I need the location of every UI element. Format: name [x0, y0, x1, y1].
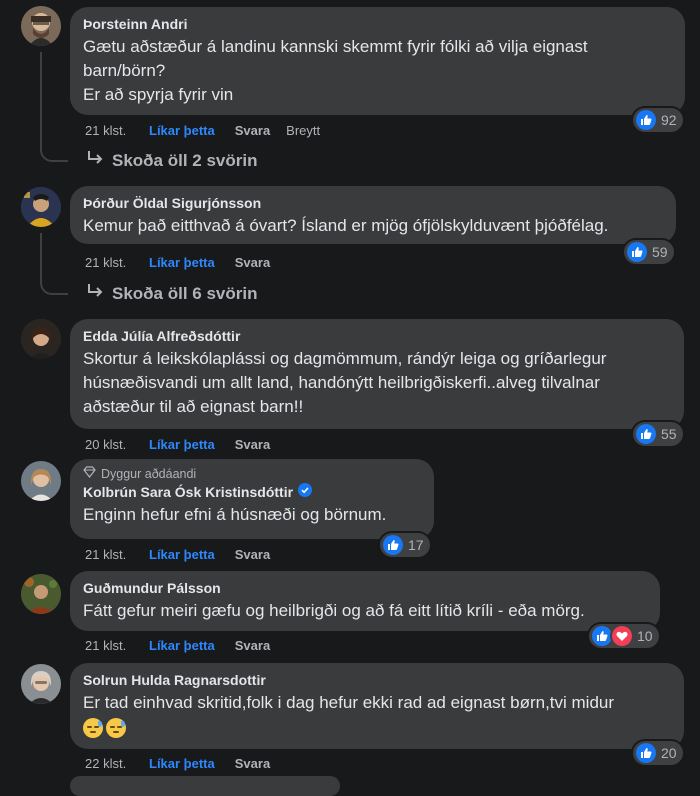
comment-actions: 20 klst. Líkar þetta Svara	[85, 437, 286, 453]
avatar[interactable]	[21, 664, 61, 704]
fan-badge-label: Dyggur aðdáandi	[101, 467, 197, 481]
like-thumb-icon	[383, 535, 403, 555]
comment-text: Enginn hefur efni á húsnæði og börnum.	[83, 505, 387, 524]
like-button[interactable]: Líkar þetta	[149, 638, 215, 654]
comment-author[interactable]: Þorsteinn Andri	[83, 15, 672, 33]
like-thumb-icon	[636, 743, 656, 763]
reply-button[interactable]: Svara	[235, 123, 270, 139]
comment-text: Gætu aðstæður á landinu kannski skemmt f…	[83, 37, 588, 104]
avatar[interactable]	[21, 187, 61, 227]
reaction-count: 10	[637, 628, 653, 644]
comment-bubble: Þorsteinn Andri Gætu aðstæður á landinu …	[70, 7, 685, 115]
comment-timestamp[interactable]: 21 klst.	[85, 255, 149, 271]
heart-icon	[612, 626, 632, 646]
like-button[interactable]: Líkar þetta	[149, 255, 215, 271]
like-thumb-icon	[636, 110, 656, 130]
reaction-count: 92	[661, 112, 677, 128]
fan-badge[interactable]: Dyggur aðdáandi	[83, 466, 421, 482]
comment-bubble: Þórður Öldal Sigurjónsson Kemur það eitt…	[70, 186, 676, 244]
comment-author[interactable]: Kolbrún Sara Ósk Kristinsdóttir	[83, 483, 293, 501]
comment-timestamp[interactable]: 20 klst.	[85, 437, 149, 453]
diamond-icon	[83, 466, 96, 482]
comment-text-body: Er tad einhvad skritid,folk i dag hefur …	[83, 693, 615, 712]
next-comment-bubble	[70, 776, 340, 796]
view-replies-label: Skoða öll 6 svörin	[112, 283, 258, 303]
like-button[interactable]: Líkar þetta	[149, 547, 215, 563]
comment-timestamp[interactable]: 21 klst.	[85, 638, 149, 654]
reaction-count: 55	[661, 426, 677, 442]
comment-timestamp[interactable]: 22 klst.	[85, 756, 149, 772]
reply-button[interactable]: Svara	[235, 437, 270, 453]
comment-bubble: Guðmundur Pálsson Fátt gefur meiri gæfu …	[70, 571, 660, 631]
comment-actions: 21 klst. Líkar þetta Svara	[85, 638, 286, 654]
avatar[interactable]	[21, 319, 61, 359]
comment-author-row: Kolbrún Sara Ósk Kristinsdóttir	[83, 483, 421, 501]
reply-button[interactable]: Svara	[235, 756, 270, 772]
reaction-summary[interactable]: 55	[633, 422, 683, 446]
avatar[interactable]	[21, 461, 61, 501]
comment-text: Kemur það eitthvað á óvart? Ísland er mj…	[83, 216, 609, 235]
reply-arrow-icon	[86, 283, 104, 304]
comment-timestamp[interactable]: 21 klst.	[85, 547, 149, 563]
like-thumb-icon	[627, 242, 647, 262]
comment-text: Fátt gefur meiri gæfu og heilbrigði og a…	[83, 601, 585, 620]
comment-text: Skortur á leikskólaplássi og dagmömmum, …	[83, 349, 607, 416]
like-button[interactable]: Líkar þetta	[149, 123, 215, 139]
reaction-summary[interactable]: 92	[633, 108, 683, 132]
like-thumb-icon	[592, 626, 612, 646]
reaction-count: 20	[661, 745, 677, 761]
comment-bubble: Solrun Hulda Ragnarsdottir Er tad einhva…	[70, 663, 684, 749]
comment-text: Er tad einhvad skritid,folk i dag hefur …	[83, 691, 671, 739]
comment-bubble: Dyggur aðdáandi Kolbrún Sara Ósk Kristin…	[70, 459, 434, 539]
thread-line	[40, 52, 42, 142]
reaction-count: 59	[652, 244, 668, 260]
edited-label: Breytt	[286, 123, 321, 138]
like-button[interactable]: Líkar þetta	[149, 437, 215, 453]
comment-author[interactable]: Þórður Öldal Sigurjónsson	[83, 194, 663, 212]
thread-hook	[40, 140, 68, 162]
comment-author[interactable]: Guðmundur Pálsson	[83, 579, 647, 597]
comment-actions: 21 klst. Líkar þetta Svara	[85, 255, 286, 271]
reaction-summary[interactable]: 59	[624, 240, 674, 264]
comment-author[interactable]: Solrun Hulda Ragnarsdottir	[83, 671, 671, 689]
reaction-summary[interactable]: 17	[380, 533, 430, 557]
view-replies-label: Skoða öll 2 svörin	[112, 150, 258, 170]
comment-actions: 22 klst. Líkar þetta Svara	[85, 756, 286, 772]
reaction-summary[interactable]: 10	[589, 624, 659, 648]
reaction-count: 17	[408, 537, 424, 553]
comment-actions: 21 klst. Líkar þetta Svara Breytt	[85, 123, 320, 139]
thread-hook	[40, 271, 68, 295]
comment-actions: 21 klst. Líkar þetta Svara	[85, 547, 286, 563]
comment-author[interactable]: Edda Júlía Alfreðsdóttir	[83, 327, 671, 345]
view-replies-link[interactable]: Skoða öll 6 svörin	[86, 283, 258, 304]
comment-timestamp[interactable]: 21 klst.	[85, 123, 149, 139]
avatar[interactable]	[21, 574, 61, 614]
sad-relieved-face-emoji	[83, 717, 103, 738]
view-replies-link[interactable]: Skoða öll 2 svörin	[86, 150, 258, 171]
like-button[interactable]: Líkar þetta	[149, 756, 215, 772]
reply-button[interactable]: Svara	[235, 638, 270, 654]
avatar[interactable]	[21, 6, 61, 46]
like-thumb-icon	[636, 424, 656, 444]
verified-check-icon	[298, 483, 313, 501]
reply-arrow-icon	[86, 150, 104, 171]
thread-line	[40, 233, 42, 273]
reply-button[interactable]: Svara	[235, 255, 270, 271]
reply-button[interactable]: Svara	[235, 547, 270, 563]
reaction-summary[interactable]: 20	[633, 741, 683, 765]
sad-relieved-face-emoji	[106, 717, 126, 738]
comment-bubble: Edda Júlía Alfreðsdóttir Skortur á leiks…	[70, 319, 684, 429]
